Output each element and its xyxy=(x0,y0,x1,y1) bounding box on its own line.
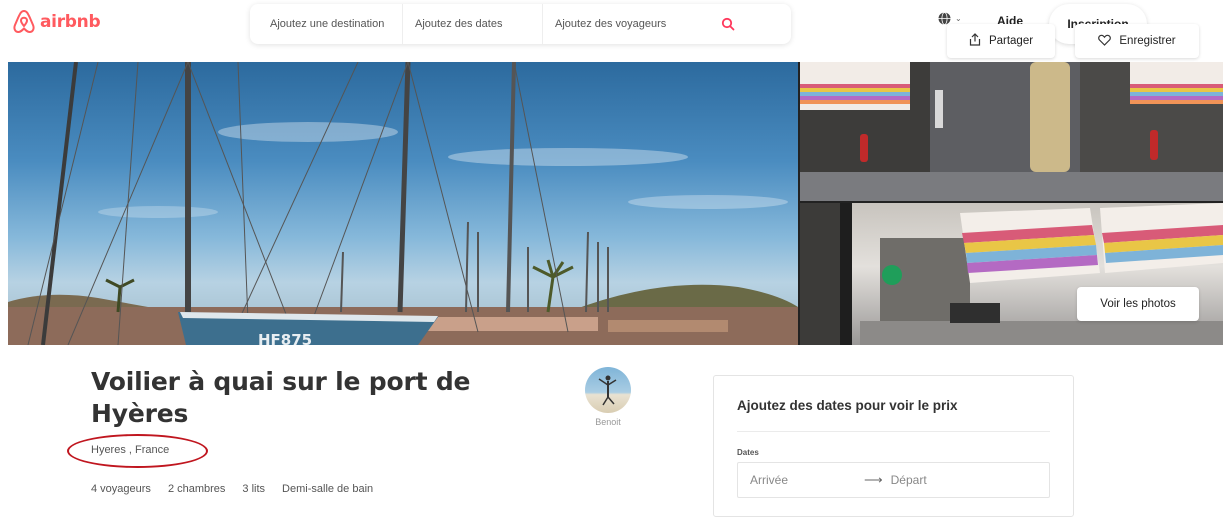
airbnb-logo-icon xyxy=(13,9,35,34)
share-label: Partager xyxy=(988,35,1034,47)
host-profile: Benoit xyxy=(585,367,631,427)
globe-icon xyxy=(938,12,951,25)
search-button[interactable] xyxy=(713,9,743,39)
booking-card: Ajoutez des dates pour voir le prix Date… xyxy=(713,375,1074,517)
host-photo xyxy=(598,375,617,406)
brand-name: airbnb xyxy=(40,12,101,32)
listing-details: 4 voyageurs 2 chambres 3 lits Demi-salle… xyxy=(91,483,390,495)
photo-gallery: HF875 xyxy=(8,62,1223,345)
departure-date-input[interactable]: Départ xyxy=(891,473,927,487)
cabin-interior-image xyxy=(800,62,1223,201)
heart-icon xyxy=(1098,34,1112,49)
divider xyxy=(737,431,1050,432)
search-icon xyxy=(721,17,735,31)
guests-input[interactable]: Ajoutez des voyageurs xyxy=(542,4,707,44)
svg-text:HF875: HF875 xyxy=(258,331,312,345)
bathroom-info: Demi-salle de bain xyxy=(282,483,374,495)
save-label: Enregistrer xyxy=(1119,35,1176,47)
cabin-interior-image xyxy=(800,203,1223,345)
dates-input[interactable]: Ajoutez des dates xyxy=(402,4,542,44)
listing-title: Voilier à quai sur le port de Hyères xyxy=(91,367,471,428)
main-photo[interactable]: HF875 xyxy=(8,62,798,345)
search-bar: Ajoutez une destination Ajoutez des date… xyxy=(250,4,791,44)
avatar[interactable] xyxy=(585,367,631,413)
dates-label: Dates xyxy=(737,448,759,457)
sailboat-harbor-image: HF875 xyxy=(8,62,798,345)
beds-count: 3 lits xyxy=(242,483,266,495)
guests-count: 4 voyageurs xyxy=(91,483,151,495)
destination-input[interactable]: Ajoutez une destination xyxy=(250,4,402,44)
arrow-right-icon: ⟶ xyxy=(864,472,883,487)
airbnb-logo[interactable]: airbnb xyxy=(12,9,101,35)
share-button[interactable]: Partager xyxy=(947,24,1055,58)
cabin-photo-1[interactable] xyxy=(800,62,1223,201)
bedrooms-count: 2 chambres xyxy=(167,483,226,495)
date-picker: Arrivée ⟶ Départ xyxy=(737,462,1050,498)
share-icon xyxy=(969,33,981,49)
chevron-down-icon: ⌄ xyxy=(955,14,962,23)
booking-title: Ajoutez des dates pour voir le prix xyxy=(737,398,958,413)
arrival-date-input[interactable]: Arrivée xyxy=(750,473,850,487)
annotation-circle xyxy=(67,434,208,468)
cabin-photo-2[interactable] xyxy=(800,203,1223,345)
host-name: Benoit xyxy=(595,417,621,427)
view-photos-button[interactable]: Voir les photos xyxy=(1077,287,1199,321)
save-button[interactable]: Enregistrer xyxy=(1075,24,1199,58)
